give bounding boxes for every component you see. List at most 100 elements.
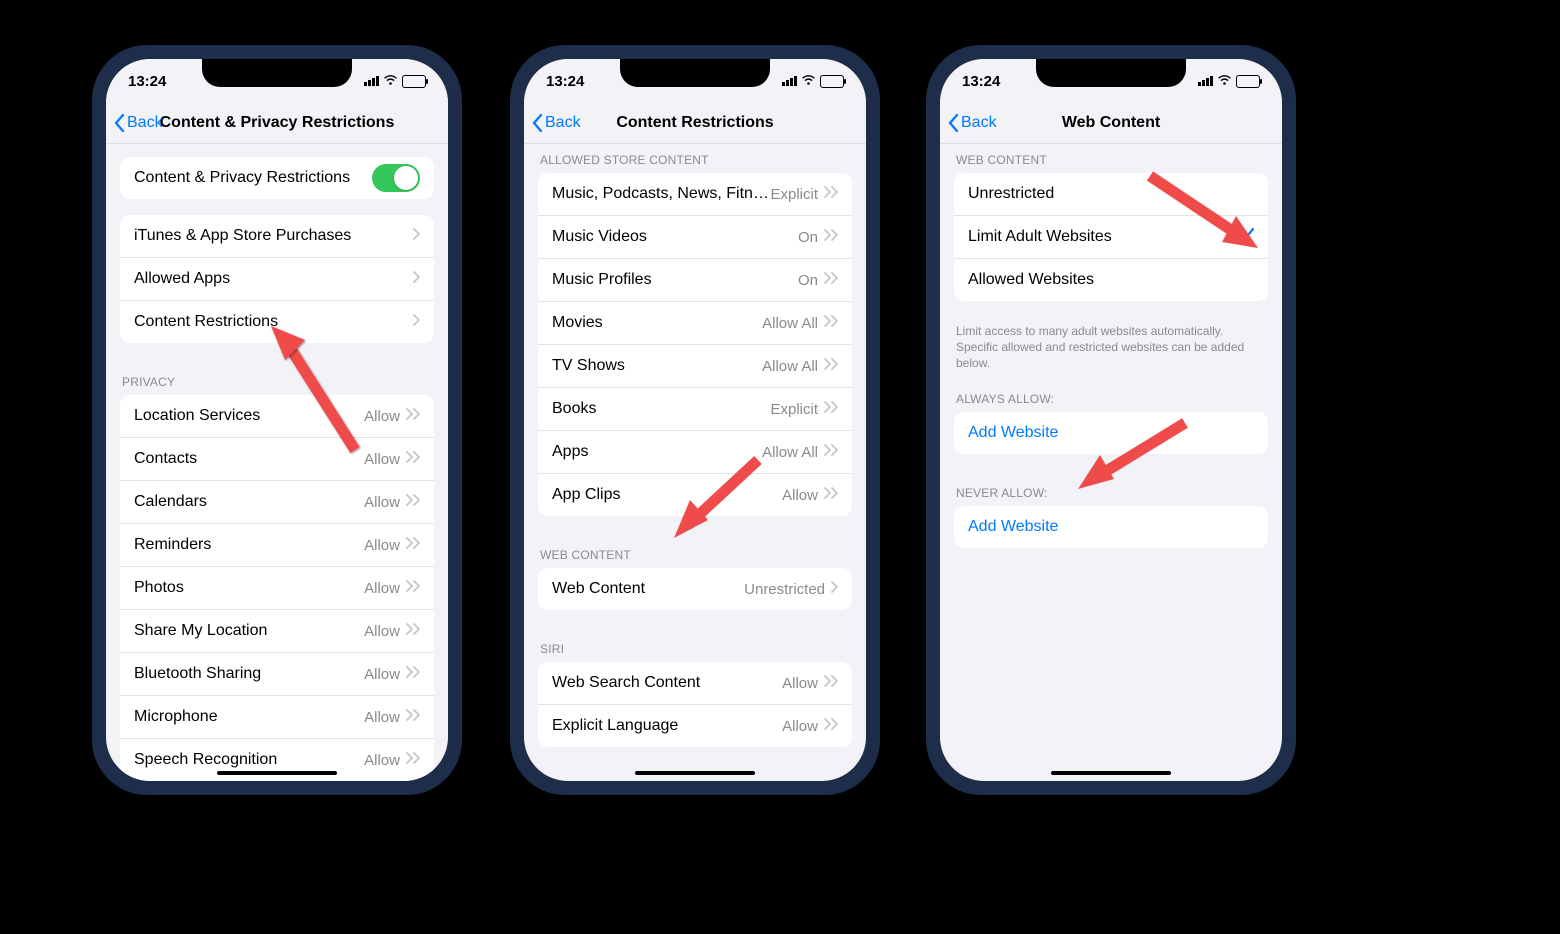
chevron-right-icon: [831, 443, 838, 461]
section-header-always-allow: ALWAYS ALLOW:: [940, 376, 1282, 412]
row-web-search-content[interactable]: Web Search ContentAllow: [538, 662, 852, 704]
row-limit-adult-websites[interactable]: Limit Adult Websites: [954, 215, 1268, 258]
row-app-clips[interactable]: App ClipsAllow: [538, 473, 852, 516]
group-always-allow: Add Website: [954, 412, 1268, 454]
row-movies[interactable]: MoviesAllow All: [538, 301, 852, 344]
chevron-left-icon: [948, 114, 959, 132]
nav-bar: Back Content Restrictions: [524, 103, 866, 144]
chevron-right-icon: [413, 751, 420, 769]
chevron-right-icon: [831, 271, 838, 289]
row-apps[interactable]: AppsAllow All: [538, 430, 852, 473]
chevron-right-icon: [831, 400, 838, 418]
chevron-right-icon: [413, 450, 420, 468]
signal-icon: [364, 76, 379, 86]
group-web-content: Web Content Unrestricted: [538, 568, 852, 610]
row-allowed-apps[interactable]: Allowed Apps: [120, 257, 434, 300]
row-content-restrictions[interactable]: Content Restrictions: [120, 300, 434, 343]
chevron-right-icon: [824, 486, 831, 504]
chevron-right-icon: [831, 314, 838, 332]
row-bluetooth-sharing[interactable]: Bluetooth SharingAllow: [120, 652, 434, 695]
row-location-services[interactable]: Location ServicesAllow: [120, 395, 434, 437]
wifi-icon: [1217, 73, 1232, 89]
chevron-right-icon: [406, 665, 413, 683]
row-reminders[interactable]: RemindersAllow: [120, 523, 434, 566]
chevron-right-icon: [831, 580, 838, 598]
home-indicator: [635, 771, 755, 775]
row-music-profiles[interactable]: Music ProfilesOn: [538, 258, 852, 301]
chevron-right-icon: [406, 622, 413, 640]
phone-frame-1: 13:24 Back Content & Privacy Restriction…: [92, 45, 462, 795]
back-button[interactable]: Back: [114, 114, 163, 132]
group-web-options: UnrestrictedLimit Adult WebsitesAllowed …: [954, 173, 1268, 301]
row-contacts[interactable]: ContactsAllow: [120, 437, 434, 480]
master-toggle-label: Content & Privacy Restrictions: [134, 169, 372, 187]
chevron-right-icon: [413, 227, 420, 245]
status-time: 13:24: [128, 73, 166, 90]
chevron-right-icon: [824, 674, 831, 692]
chevron-right-icon: [831, 674, 838, 692]
chevron-right-icon: [831, 357, 838, 375]
row-explicit-language[interactable]: Explicit LanguageAllow: [538, 704, 852, 747]
chevron-right-icon: [831, 486, 838, 504]
phone-screen-2: 13:24 Back Content Restrictions ALLOWED …: [524, 59, 866, 781]
row-add-website-never[interactable]: Add Website: [954, 506, 1268, 548]
back-label: Back: [961, 114, 997, 132]
section-header-web-content: WEB CONTENT: [940, 143, 1282, 173]
home-indicator: [1051, 771, 1171, 775]
group-never-allow: Add Website: [954, 506, 1268, 548]
home-indicator: [217, 771, 337, 775]
signal-icon: [782, 76, 797, 86]
chevron-right-icon: [824, 443, 831, 461]
phone-screen-3: 13:24 Back Web Content WEB CONTENT Unres…: [940, 59, 1282, 781]
nav-bar: Back Content & Privacy Restrictions: [106, 103, 448, 144]
chevron-right-icon: [824, 357, 831, 375]
chevron-right-icon: [413, 270, 420, 288]
row-music-podcasts-news-fitness[interactable]: Music, Podcasts, News, FitnessExplicit: [538, 173, 852, 215]
status-time: 13:24: [962, 73, 1000, 90]
back-label: Back: [127, 114, 163, 132]
notch: [202, 59, 352, 87]
row-add-website-always[interactable]: Add Website: [954, 412, 1268, 454]
chevron-right-icon: [406, 751, 413, 769]
row-photos[interactable]: PhotosAllow: [120, 566, 434, 609]
row-books[interactable]: BooksExplicit: [538, 387, 852, 430]
notch: [620, 59, 770, 87]
chevron-right-icon: [413, 579, 420, 597]
section-header-store: ALLOWED STORE CONTENT: [524, 143, 866, 173]
group-main: iTunes & App Store Purchases Allowed App…: [120, 215, 434, 343]
row-tv-shows[interactable]: TV ShowsAllow All: [538, 344, 852, 387]
chevron-right-icon: [824, 314, 831, 332]
row-unrestricted[interactable]: Unrestricted: [954, 173, 1268, 215]
check-icon: [1238, 228, 1254, 247]
chevron-right-icon: [413, 708, 420, 726]
chevron-right-icon: [831, 717, 838, 735]
chevron-right-icon: [406, 493, 413, 511]
back-button[interactable]: Back: [532, 114, 581, 132]
chevron-right-icon: [406, 407, 413, 425]
chevron-right-icon: [413, 622, 420, 640]
chevron-right-icon: [824, 400, 831, 418]
group-privacy: Location ServicesAllowContactsAllowCalen…: [120, 395, 434, 781]
row-itunes-store[interactable]: iTunes & App Store Purchases: [120, 215, 434, 257]
battery-icon: [1236, 75, 1260, 88]
row-music-videos[interactable]: Music VideosOn: [538, 215, 852, 258]
chevron-left-icon: [532, 114, 543, 132]
chevron-right-icon: [831, 228, 838, 246]
wifi-icon: [383, 73, 398, 89]
row-web-content[interactable]: Web Content Unrestricted: [538, 568, 852, 610]
back-button[interactable]: Back: [948, 114, 997, 132]
row-microphone[interactable]: MicrophoneAllow: [120, 695, 434, 738]
chevron-right-icon: [406, 536, 413, 554]
section-header-never-allow: NEVER ALLOW:: [940, 470, 1282, 506]
toggle-switch[interactable]: [372, 164, 420, 192]
row-master-toggle[interactable]: Content & Privacy Restrictions: [120, 157, 434, 199]
row-allowed-websites[interactable]: Allowed Websites: [954, 258, 1268, 301]
row-share-my-location[interactable]: Share My LocationAllow: [120, 609, 434, 652]
signal-icon: [1198, 76, 1213, 86]
chevron-right-icon: [413, 407, 420, 425]
section-header-siri: SIRI: [524, 626, 866, 662]
row-calendars[interactable]: CalendarsAllow: [120, 480, 434, 523]
chevron-right-icon: [824, 228, 831, 246]
chevron-right-icon: [413, 665, 420, 683]
chevron-right-icon: [824, 271, 831, 289]
